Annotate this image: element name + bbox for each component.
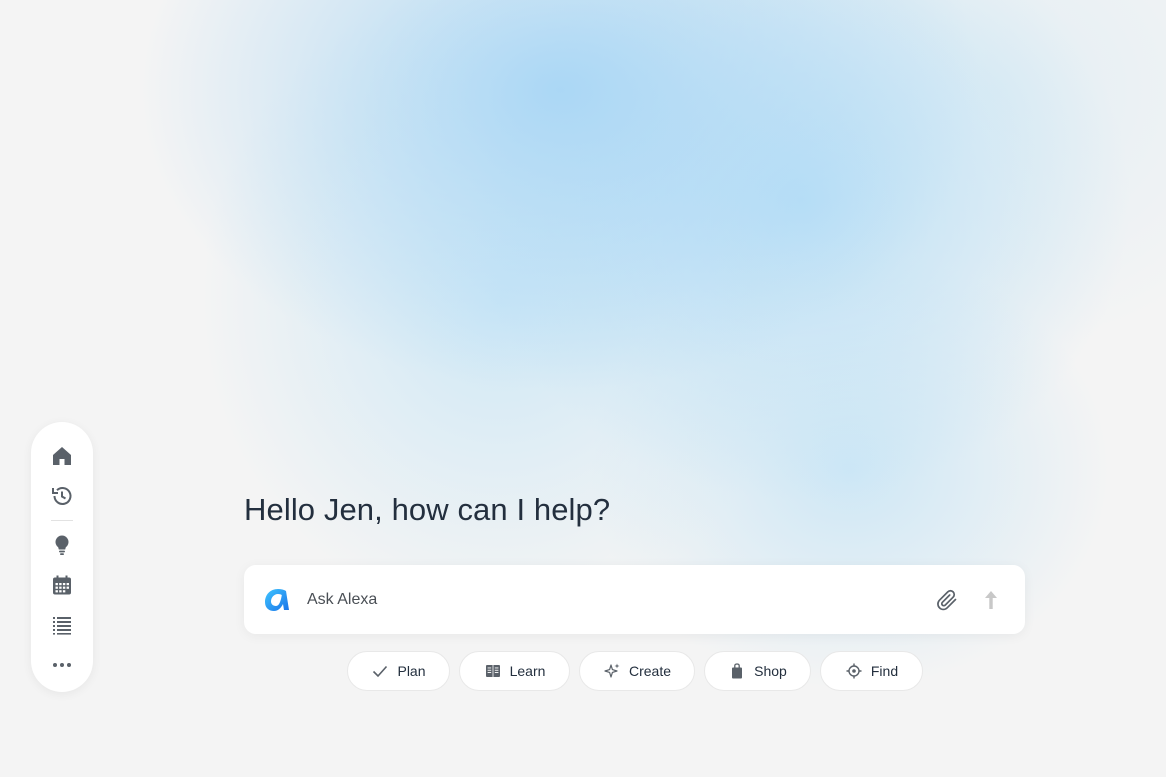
chip-label: Shop	[754, 663, 787, 679]
ask-alexa-input[interactable]	[307, 590, 931, 609]
sparkle-icon	[604, 663, 620, 678]
chip-label: Learn	[509, 663, 546, 679]
greeting-heading: Hello Jen, how can I help?	[244, 492, 611, 527]
sidebar-item-ideas[interactable]	[42, 529, 82, 561]
chip-label: Plan	[397, 663, 426, 679]
send-button[interactable]	[975, 584, 1007, 616]
chip-create[interactable]: Create	[579, 651, 695, 691]
home-icon	[53, 447, 71, 465]
suggestion-chips: Plan Learn Create Shop Find	[347, 651, 923, 691]
sidebar-item-home[interactable]	[42, 440, 82, 472]
history-icon	[52, 487, 72, 505]
book-icon	[485, 665, 500, 677]
lightbulb-icon	[55, 535, 69, 555]
chip-label: Create	[628, 663, 672, 679]
shopping-bag-icon	[732, 663, 743, 679]
attach-button[interactable]	[931, 584, 963, 616]
sidebar-item-lists[interactable]	[42, 609, 82, 641]
arrow-up-icon	[985, 590, 997, 609]
chip-learn[interactable]: Learn	[459, 651, 570, 691]
list-icon	[53, 617, 71, 635]
check-icon	[373, 665, 388, 678]
sidebar-divider	[51, 520, 73, 521]
calendar-icon	[53, 575, 71, 595]
sidebar-item-history[interactable]	[42, 480, 82, 512]
chip-label: Find	[870, 663, 899, 679]
sidebar-nav	[31, 422, 93, 692]
sidebar-item-more[interactable]	[42, 649, 82, 681]
alexa-logo-icon	[265, 588, 289, 611]
ask-alexa-box	[244, 565, 1025, 634]
target-icon	[846, 663, 862, 679]
chip-find[interactable]: Find	[820, 651, 923, 691]
sidebar-item-calendar[interactable]	[42, 569, 82, 601]
chip-shop[interactable]: Shop	[704, 651, 811, 691]
more-icon	[53, 663, 71, 667]
paperclip-icon	[937, 589, 957, 610]
chip-plan[interactable]: Plan	[347, 651, 450, 691]
